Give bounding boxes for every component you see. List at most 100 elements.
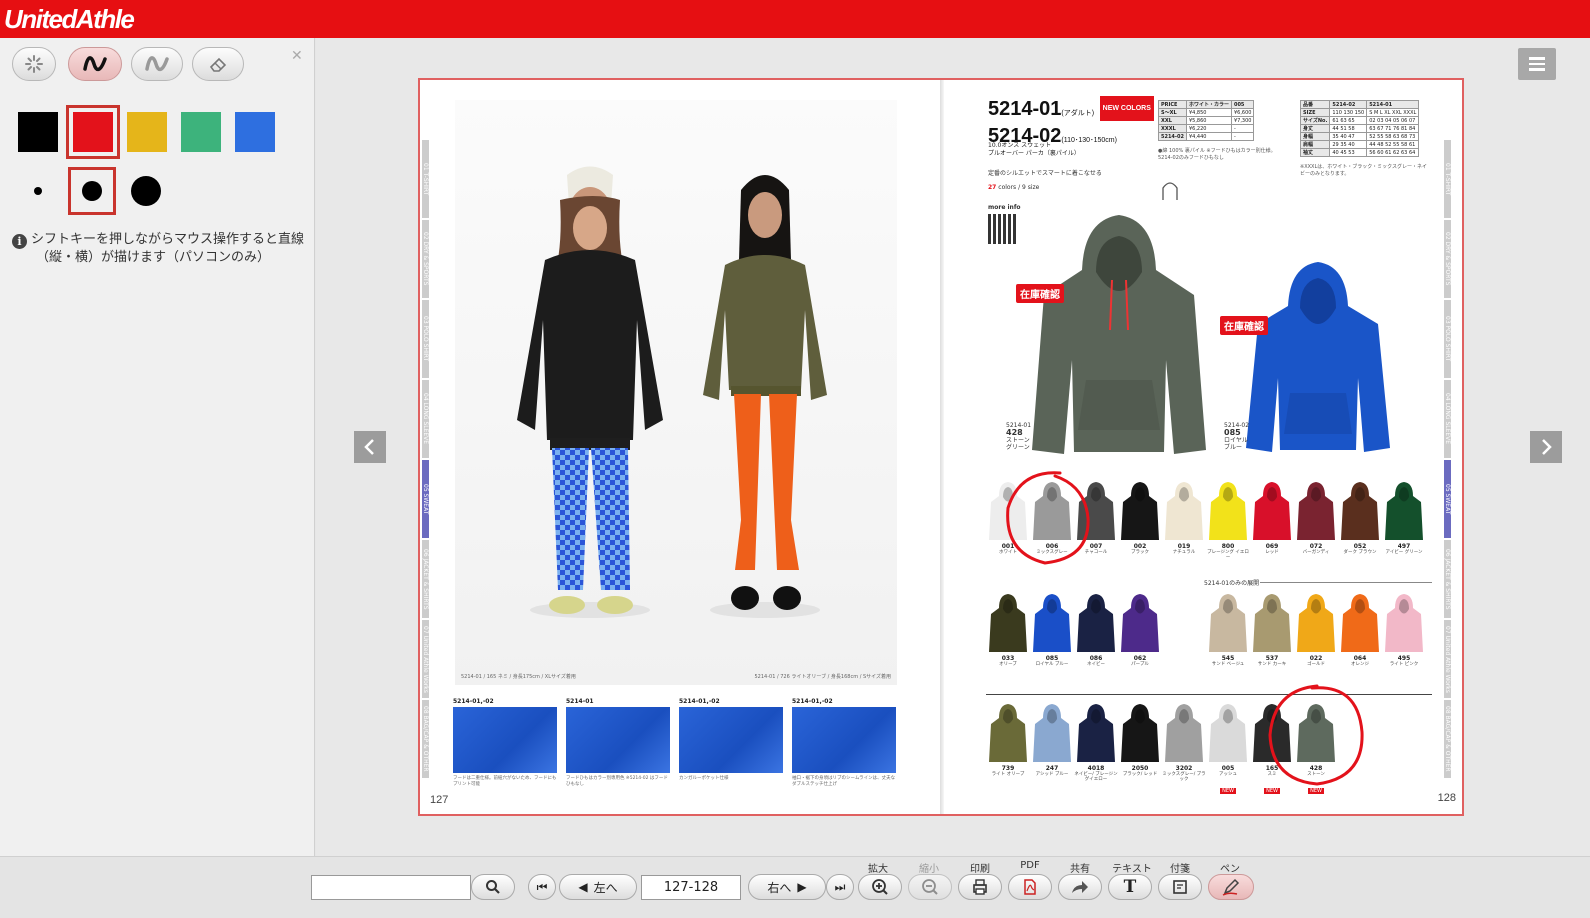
pdf-button[interactable] (1008, 874, 1052, 900)
first-page-button[interactable]: ⏮ (528, 874, 556, 900)
zoom-out-label: 縮小 (919, 864, 939, 875)
color-swatch-item[interactable]: 007 チャコール (1074, 480, 1118, 555)
section-tab: 03 POLO SHIRT (1444, 300, 1451, 378)
color-swatch-item[interactable]: 069 レッド (1250, 480, 1294, 555)
share-arrow-icon (1072, 881, 1088, 893)
color-swatch-item[interactable]: 001 ホワイト (986, 480, 1030, 555)
color-swatch-black[interactable] (18, 112, 58, 152)
swatch-code: 537 (1265, 655, 1279, 662)
color-swatch-item[interactable]: 033 オリーブ (986, 592, 1030, 667)
section-tab: 06 JACKET & SHIRTS (1444, 540, 1451, 618)
color-swatch-item[interactable]: 005 アッシュ NEW (1206, 702, 1250, 796)
pen-size-small[interactable] (14, 167, 62, 215)
menu-icon[interactable] (1518, 48, 1556, 80)
main-product-caption: 5214-01 428 ストーン グリーン (1006, 422, 1032, 451)
pen-button[interactable] (1208, 874, 1254, 900)
color-swatch-item[interactable]: 739 ライト オリーブ (986, 702, 1030, 777)
prev-page-arrow[interactable] (354, 431, 386, 463)
color-swatch-item[interactable]: 4018 ネイビー/ ブレージングイエロー (1074, 702, 1118, 782)
hoodie-swatch-icon (1209, 594, 1247, 652)
color-swatch-item[interactable]: 247 アシッド ブルー (1030, 702, 1074, 777)
color-swatch-item[interactable]: 545 サンド ベージュ (1206, 592, 1250, 667)
stock-check-button[interactable]: 在庫確認 (1016, 284, 1064, 303)
double-chevron-right-icon: ⏭ (834, 879, 846, 894)
color-swatch-item[interactable]: 497 アイビー グリーン (1382, 480, 1426, 555)
section-tab: 08 BAG/CAP & OTHER (1444, 700, 1451, 778)
section-tab: 01 T-SHIRT (1444, 140, 1451, 218)
prev-button[interactable]: ◀ 左へ (559, 874, 637, 900)
pen-size-medium[interactable] (68, 167, 116, 215)
hoodie-swatch-icon (1121, 704, 1159, 762)
color-swatch-item[interactable]: 495 ライト ピンク (1382, 592, 1426, 667)
sticky-note-button[interactable] (1158, 874, 1202, 900)
share-button[interactable] (1058, 874, 1102, 900)
color-swatch-item[interactable]: 2050 ブラック/ レッド (1118, 702, 1162, 777)
qr-code-icon[interactable] (988, 214, 1018, 244)
zoom-in-button[interactable] (858, 874, 902, 900)
color-swatch-item[interactable]: 800 ブレージング イエロー (1206, 480, 1250, 560)
search-input[interactable] (311, 875, 471, 900)
color-swatch-item[interactable]: 022 ゴールド (1294, 592, 1338, 667)
color-swatch-green[interactable] (181, 112, 221, 152)
hoodie-swatch-icon (989, 482, 1027, 540)
color-swatch-item[interactable]: 428 ストーン NEW (1294, 702, 1338, 796)
pen-tool-button[interactable] (68, 47, 122, 81)
photo-caption-left: 5214-01 / 165 ネミ / 身長175cm / XLサイズ着用 (461, 674, 576, 680)
section-tab: 04 LONG SLEEVE (1444, 380, 1451, 458)
swatch-code: 022 (1309, 655, 1323, 662)
color-swatch-blue[interactable] (235, 112, 275, 152)
hoodie-swatch-icon (1341, 594, 1379, 652)
next-page-arrow[interactable] (1530, 431, 1562, 463)
model-photo: 5214-01 / 165 ネミ / 身長175cm / XLサイズ着用 521… (455, 100, 897, 685)
new-badge: NEW (1220, 788, 1236, 794)
swatch-code: 4018 (1087, 765, 1105, 772)
color-swatch-item[interactable]: 064 オレンジ (1338, 592, 1382, 667)
color-swatch-yellow[interactable] (127, 112, 167, 152)
color-swatch-item[interactable]: 3202 ミックスグレー/ ブラック (1162, 702, 1206, 782)
swatch-code: 247 (1045, 765, 1059, 772)
color-swatch-item[interactable]: 006 ミックスグレー (1030, 480, 1074, 555)
text-button[interactable]: T (1108, 874, 1152, 900)
search-button[interactable] (471, 874, 515, 900)
hoodie-swatch-icon (989, 594, 1027, 652)
pointer-tool-button[interactable] (12, 47, 56, 81)
color-swatch-item[interactable]: 062 パープル (1118, 592, 1162, 667)
color-swatch-item[interactable]: 002 ブラック (1118, 480, 1162, 555)
next-button[interactable]: 右へ ▶ (748, 874, 826, 900)
page-number-input[interactable]: 127-128 (641, 875, 741, 900)
close-panel-icon[interactable]: ✕ (291, 48, 303, 64)
stock-check-button[interactable]: 在庫確認 (1220, 316, 1268, 335)
color-swatch-item[interactable]: 537 サンド カーキ (1250, 592, 1294, 667)
hoodie-swatch-icon (989, 704, 1027, 762)
color-swatch-item[interactable]: 086 ネイビー (1074, 592, 1118, 667)
left-page-number: 127 (430, 794, 449, 806)
eraser-tool-button[interactable] (192, 47, 244, 81)
swatch-code: 545 (1221, 655, 1235, 662)
color-swatch-red[interactable] (66, 105, 120, 159)
sticky-label: 付箋 (1170, 864, 1190, 875)
color-swatch-item[interactable]: 052 ダーク ブラウン (1338, 480, 1382, 555)
product-description: 10.0オンス スウェット プルオーバー パーカ（裏パイル） (988, 142, 1080, 157)
pen-size-large[interactable] (122, 167, 170, 215)
swatch-code: 495 (1397, 655, 1411, 662)
color-swatch-item[interactable]: 072 バーガンディ (1294, 480, 1338, 555)
section-tab: 07 United Athle Works (1444, 620, 1451, 698)
detail-thumb: 5214-01,-02 カンガルーポケット仕様 (679, 698, 783, 782)
swatch-code: 062 (1133, 655, 1147, 662)
hint-line-1: シフトキーを押しながらマウス操作すると直線 (31, 232, 305, 247)
highlighter-tool-button[interactable] (131, 47, 183, 81)
last-page-button[interactable]: ⏭ (826, 874, 854, 900)
photo-caption-right: 5214-01 / 726 ライトオリーブ / 身長168cm / Sサイズ着用 (754, 674, 891, 680)
swatch-name: ミックスグレー/ ブラック (1162, 772, 1206, 782)
brand-logo: UnitedAthle (4, 4, 135, 34)
swatch-code: 739 (1001, 765, 1015, 772)
color-swatch-item[interactable]: 019 ナチュラル (1162, 480, 1206, 555)
print-button[interactable] (958, 874, 1002, 900)
section-tab: 01 T-SHIRT (422, 140, 429, 218)
zoom-out-button[interactable] (908, 874, 952, 900)
color-swatch-item[interactable]: 165 スミ NEW (1250, 702, 1294, 796)
swatch-code: 001 (1001, 543, 1015, 550)
color-swatch-item[interactable]: 085 ロイヤル ブルー (1030, 592, 1074, 667)
swatch-code: 428 (1309, 765, 1323, 772)
search-icon (486, 880, 500, 894)
